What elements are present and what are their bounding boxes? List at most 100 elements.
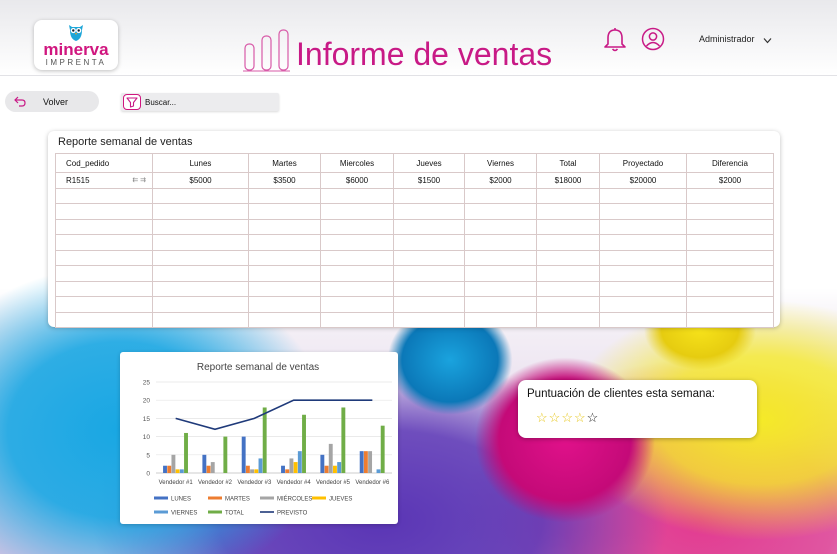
column-header[interactable]: Proyectado xyxy=(599,153,687,173)
table-cell xyxy=(152,187,249,204)
table-row[interactable]: R1515 ⇇ ⇉ $5000 $3500 $6000 $1500 $2000 $… xyxy=(55,172,774,189)
table-row-empty[interactable] xyxy=(55,280,774,297)
table-row-empty[interactable] xyxy=(55,234,774,251)
table-cell xyxy=(464,234,537,251)
table-cell xyxy=(599,311,687,328)
bar-jueves xyxy=(175,469,180,473)
table-row-empty[interactable] xyxy=(55,249,774,266)
back-button[interactable]: Volver xyxy=(5,91,99,112)
back-arrow-icon xyxy=(14,96,26,107)
table-cell: $3500 xyxy=(248,172,321,189)
chevron-down-icon[interactable] xyxy=(763,37,772,44)
table-cell xyxy=(686,218,774,235)
table-row-empty[interactable] xyxy=(55,218,774,235)
bar-viernes xyxy=(258,458,263,473)
bar-chart-icon xyxy=(243,29,290,72)
table-cell xyxy=(320,296,394,313)
user-avatar-icon[interactable] xyxy=(641,27,665,51)
minerva-logo[interactable]: minerva IMPRENTA xyxy=(34,20,118,70)
bar-miércoles xyxy=(368,451,373,473)
table-cell xyxy=(152,311,249,328)
row-actions-icon[interactable]: ⇇ ⇉ xyxy=(132,176,146,184)
table-row-empty[interactable] xyxy=(55,265,774,282)
table-cell xyxy=(536,203,600,220)
table-cell xyxy=(248,218,321,235)
column-header[interactable]: Lunes xyxy=(152,153,249,173)
table-cell xyxy=(536,311,600,328)
legend-swatch xyxy=(154,510,168,514)
table-cell xyxy=(599,187,687,204)
bar-jueves xyxy=(333,465,337,473)
table-row-empty[interactable] xyxy=(55,311,774,328)
filter-icon[interactable] xyxy=(123,94,141,110)
legend-label: JUEVES xyxy=(329,496,352,502)
table-cell xyxy=(393,280,465,297)
bar-martes xyxy=(245,465,250,473)
table-row-empty[interactable] xyxy=(55,187,774,204)
table-cell xyxy=(686,296,774,313)
table-cell xyxy=(320,187,394,204)
bar-viernes xyxy=(376,469,381,473)
x-tick-label: Vendedor #3 xyxy=(237,480,272,486)
column-header[interactable]: Jueves xyxy=(393,153,465,173)
table-cell xyxy=(248,311,321,328)
column-header[interactable]: Diferencia xyxy=(686,153,774,173)
table-cell: $18000 xyxy=(536,172,600,189)
bar-jueves xyxy=(254,469,259,473)
table-cell xyxy=(320,218,394,235)
table-cell xyxy=(248,265,321,282)
bar-lunes xyxy=(241,436,246,473)
column-header[interactable]: Miercoles xyxy=(320,153,394,173)
legend-label: VIERNES xyxy=(171,510,197,516)
table-cell xyxy=(152,203,249,220)
table-cell xyxy=(393,234,465,251)
search-input[interactable] xyxy=(145,95,275,109)
column-header[interactable]: Total xyxy=(536,153,600,173)
star-icon[interactable]: ☆ xyxy=(549,411,561,424)
user-name[interactable]: Administrador xyxy=(699,34,755,44)
table-cell xyxy=(464,265,537,282)
logo-name: minerva xyxy=(43,40,109,59)
bar-total xyxy=(380,425,385,473)
order-code: R1515 xyxy=(66,175,90,185)
column-header[interactable]: Viernes xyxy=(464,153,537,173)
table-header-row: Cod_pedido Lunes Martes Miercoles Jueves… xyxy=(55,153,774,173)
table-cell xyxy=(464,187,537,204)
notification-bell-icon[interactable] xyxy=(603,27,627,53)
rating-stars[interactable]: ☆☆☆☆☆ xyxy=(536,409,599,427)
table-cell: $6000 xyxy=(320,172,394,189)
search-bar[interactable] xyxy=(121,93,279,111)
bar-lunes xyxy=(202,454,207,473)
logo-subtitle: IMPRENTA xyxy=(45,58,107,67)
y-tick-label: 0 xyxy=(146,471,150,478)
table-cell xyxy=(536,265,600,282)
table-cell: $5000 xyxy=(152,172,249,189)
table-cell xyxy=(464,296,537,313)
star-icon[interactable]: ☆ xyxy=(561,411,573,424)
table-cell xyxy=(393,249,465,266)
table-cell: $2000 xyxy=(464,172,537,189)
table-cell xyxy=(536,234,600,251)
table-cell xyxy=(152,265,249,282)
table-cell xyxy=(393,218,465,235)
table-cell: $20000 xyxy=(599,172,687,189)
table-cell xyxy=(393,296,465,313)
table-cell xyxy=(152,296,249,313)
column-header[interactable]: Martes xyxy=(248,153,321,173)
table-cell xyxy=(536,249,600,266)
column-header[interactable]: Cod_pedido xyxy=(55,153,153,173)
legend-label: LUNES xyxy=(171,496,191,502)
star-icon[interactable]: ☆ xyxy=(587,411,599,424)
table-cell xyxy=(393,187,465,204)
table-cell: $1500 xyxy=(393,172,465,189)
table-row-empty[interactable] xyxy=(55,296,774,313)
table-cell xyxy=(464,203,537,220)
table-cell xyxy=(248,296,321,313)
star-icon[interactable]: ☆ xyxy=(536,411,548,424)
table-cell xyxy=(55,203,153,220)
table-row-empty[interactable] xyxy=(55,203,774,220)
bar-lunes xyxy=(281,465,285,473)
table-cell xyxy=(599,296,687,313)
star-icon[interactable]: ☆ xyxy=(574,411,586,424)
y-tick-label: 10 xyxy=(143,434,151,441)
